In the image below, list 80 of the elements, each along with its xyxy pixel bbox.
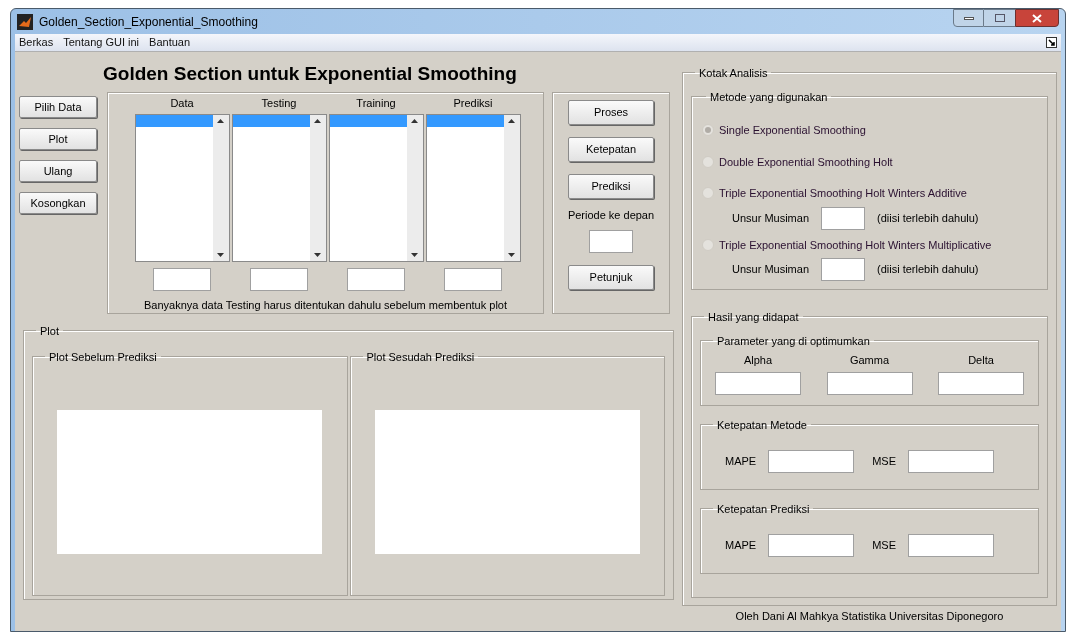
- scrollbar[interactable]: [309, 114, 326, 261]
- input-field[interactable]: [589, 229, 633, 253]
- scroll-up-icon[interactable]: [314, 118, 321, 123]
- push-button[interactable]: Proses: [568, 100, 654, 125]
- group-title: Hasil yang didapat: [708, 311, 799, 323]
- push-button[interactable]: Prediksi: [568, 174, 654, 199]
- menu-item[interactable]: Tentang GUI ini: [63, 34, 140, 51]
- radio-button[interactable]: [702, 238, 714, 251]
- radio-button[interactable]: [702, 155, 714, 168]
- push-button[interactable]: Ketepatan: [568, 137, 654, 162]
- input-field[interactable]: [826, 371, 913, 395]
- season-label: Unsur Musiman: [732, 262, 810, 278]
- list-header: Testing: [261, 96, 297, 111]
- metric-label: MAPE: [725, 538, 757, 554]
- app-heading: Golden Section untuk Exponential Smoothing: [102, 62, 518, 86]
- radio-button[interactable]: [702, 187, 714, 200]
- metric-label: MSE: [872, 454, 897, 470]
- push-button[interactable]: Pilih Data: [19, 96, 97, 118]
- push-button[interactable]: Kosongkan: [19, 192, 97, 214]
- scroll-down-icon[interactable]: [411, 252, 418, 257]
- radio-label: Single Exponential Smoothing: [719, 123, 866, 138]
- close-button[interactable]: [1015, 9, 1059, 27]
- dock-icon[interactable]: [1046, 37, 1057, 48]
- radio-label: Triple Exponential Smoothing Holt Winters Additive: [719, 186, 967, 201]
- group-title: Ketepatan Prediksi: [717, 503, 810, 515]
- input-field[interactable]: [153, 267, 211, 291]
- scroll-down-icon[interactable]: [314, 252, 321, 257]
- push-button[interactable]: Petunjuk: [568, 264, 654, 290]
- scrollbar[interactable]: [406, 114, 423, 261]
- input-field[interactable]: [821, 258, 866, 281]
- radio-label: Triple Exponential Smoothing Holt Winters Multiplicative: [719, 237, 992, 253]
- input-field[interactable]: [347, 267, 405, 291]
- list-note: Banyaknya data Testing harus ditentukan dahulu sebelum membentuk plot: [143, 297, 507, 313]
- parameter-label: Delta: [968, 353, 994, 368]
- group-title: Plot Sesudah Prediksi: [366, 351, 475, 363]
- scrollbar[interactable]: [212, 114, 229, 261]
- input-field[interactable]: [938, 371, 1024, 395]
- scrollbar[interactable]: [503, 114, 520, 261]
- input-field[interactable]: [250, 267, 308, 291]
- scroll-up-icon[interactable]: [508, 118, 515, 123]
- season-note: (diisi terlebih dahulu): [877, 262, 979, 278]
- input-field[interactable]: [821, 206, 866, 230]
- minimize-button[interactable]: [953, 9, 984, 27]
- group-title: Metode yang digunakan: [710, 91, 828, 103]
- menu-item[interactable]: Berkas: [19, 34, 54, 51]
- input-field[interactable]: [444, 267, 502, 291]
- scroll-down-icon[interactable]: [508, 252, 515, 257]
- radio-label: Double Exponential Smoothing Holt: [719, 154, 893, 170]
- window-title: Golden_Section_Exponential_Smoothing: [39, 13, 259, 31]
- scroll-up-icon[interactable]: [217, 118, 224, 123]
- menu-item[interactable]: Bantuan: [149, 34, 191, 51]
- list-header: Training: [356, 96, 396, 111]
- list-header: Prediksi: [453, 96, 493, 111]
- radio-button[interactable]: [702, 124, 714, 137]
- metric-label: MSE: [872, 538, 897, 554]
- close-icon[interactable]: [1032, 13, 1042, 23]
- metric-label: MAPE: [725, 454, 757, 470]
- group-title: Kotak Analisis: [699, 67, 768, 79]
- list-header: Data: [170, 96, 194, 111]
- group-title: Parameter yang di optimumkan: [717, 335, 870, 347]
- push-button[interactable]: Ulang: [19, 160, 97, 182]
- input-field[interactable]: [715, 371, 801, 395]
- season-label: Unsur Musiman: [732, 210, 810, 226]
- parameter-label: Gamma: [849, 353, 890, 368]
- input-field[interactable]: [908, 534, 995, 557]
- input-field[interactable]: [768, 450, 855, 473]
- scroll-down-icon[interactable]: [217, 252, 224, 257]
- maximize-button[interactable]: [984, 9, 1015, 27]
- period-label: Periode ke depan: [567, 208, 655, 223]
- group-title: Plot Sebelum Prediksi: [49, 351, 157, 363]
- group-title: Plot: [40, 325, 59, 337]
- group-title: Ketepatan Metode: [717, 419, 807, 431]
- push-button[interactable]: Plot: [19, 128, 97, 150]
- app-logo-icon: [17, 13, 33, 30]
- input-field[interactable]: [908, 450, 995, 473]
- input-field[interactable]: [768, 534, 855, 557]
- season-note: (diisi terlebih dahulu): [877, 210, 979, 226]
- scroll-up-icon[interactable]: [411, 118, 418, 123]
- parameter-label: Alpha: [743, 353, 773, 368]
- author-credit: Oleh Dani Al Mahkya Statistika Universitas Diponegoro: [734, 609, 1005, 624]
